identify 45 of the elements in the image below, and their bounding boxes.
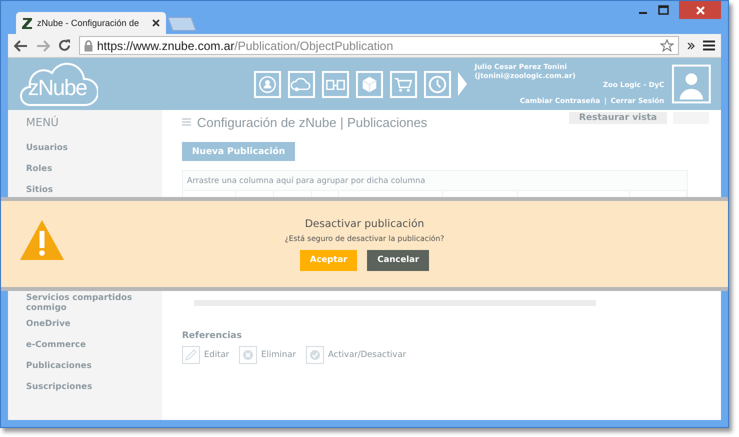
dialog-title: Desactivar publicación: [304, 218, 424, 230]
sidebar-item[interactable]: e-Commerce: [26, 340, 151, 361]
page-title: Configuración de zNube | Publicaciones: [197, 114, 428, 130]
close-button[interactable]: [679, 1, 721, 19]
lock-icon: [84, 40, 93, 52]
menu-icon[interactable]: [703, 40, 715, 51]
address-bar[interactable]: https://www.znube.com.ar/Publication/ObjectPublication: [79, 36, 679, 55]
back-icon[interactable]: [14, 40, 28, 52]
clock-icon[interactable]: [424, 70, 451, 98]
sidebar-item[interactable]: Publicaciones: [26, 361, 151, 382]
new-tab-button[interactable]: [167, 17, 197, 31]
restore-view-button[interactable]: Restaurar vista: [569, 112, 667, 124]
sidebar-item[interactable]: Servicios compartidos conmigo: [26, 293, 151, 319]
url-text: https://www.znube.com.ar/Publication/ObjectPublication: [97, 38, 394, 52]
avatar-icon[interactable]: [672, 64, 711, 104]
check-icon: [306, 346, 324, 364]
group-hint: Arrastre una columna aquí para agrupar por dicha columna: [183, 171, 687, 190]
cancel-button[interactable]: Cancelar: [367, 250, 430, 270]
cart-icon[interactable]: [390, 70, 417, 98]
close-icon[interactable]: [152, 19, 160, 27]
forward-icon[interactable]: [36, 40, 50, 52]
accept-button[interactable]: Aceptar: [300, 250, 358, 270]
maximize-icon[interactable]: [658, 5, 669, 15]
warning-icon: [19, 219, 65, 261]
cube-icon[interactable]: [356, 70, 383, 98]
extensions-icon[interactable]: [687, 42, 695, 50]
menu-title: MENÚ: [26, 116, 60, 129]
delete-icon: [239, 346, 258, 364]
pencil-icon: [182, 346, 200, 364]
sidebar-item[interactable]: Roles: [26, 164, 151, 185]
sidebar-item[interactable]: Usuarios: [26, 143, 151, 164]
reference-label: Eliminar: [261, 350, 296, 360]
sidebar-item[interactable]: Suscripciones: [26, 382, 151, 403]
logo-text: zNube: [28, 75, 87, 101]
browser-tab[interactable]: zNube - Configuración de: [16, 12, 166, 34]
cloud-icon: [20, 61, 98, 107]
sidebar-item[interactable]: OneDrive: [26, 319, 151, 340]
reference-label: Editar: [204, 350, 230, 360]
new-publication-button[interactable]: Nueva Publicación: [182, 142, 296, 161]
reference-label: Activar/Desactivar: [328, 350, 406, 360]
next-arrow-icon[interactable]: [458, 72, 467, 96]
references-title: Referencias: [182, 331, 243, 341]
reload-icon[interactable]: [58, 39, 71, 52]
star-icon[interactable]: [660, 38, 674, 52]
z-icon: [22, 17, 33, 29]
